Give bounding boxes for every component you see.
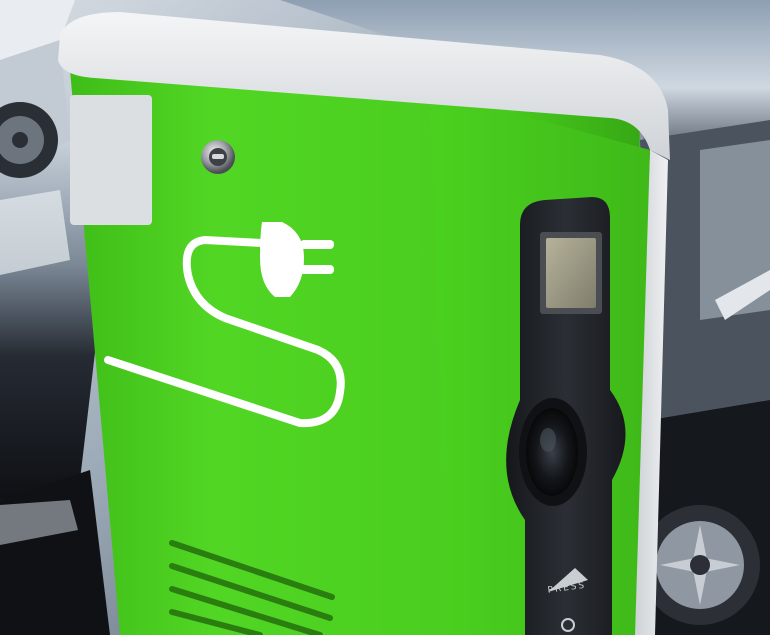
charging-station-photo [0,0,770,635]
status-display [546,238,596,308]
photo-scene: PRESS [0,0,770,635]
lock-icon [201,140,235,174]
charging-socket[interactable] [526,408,578,496]
sticker-label [70,95,152,225]
